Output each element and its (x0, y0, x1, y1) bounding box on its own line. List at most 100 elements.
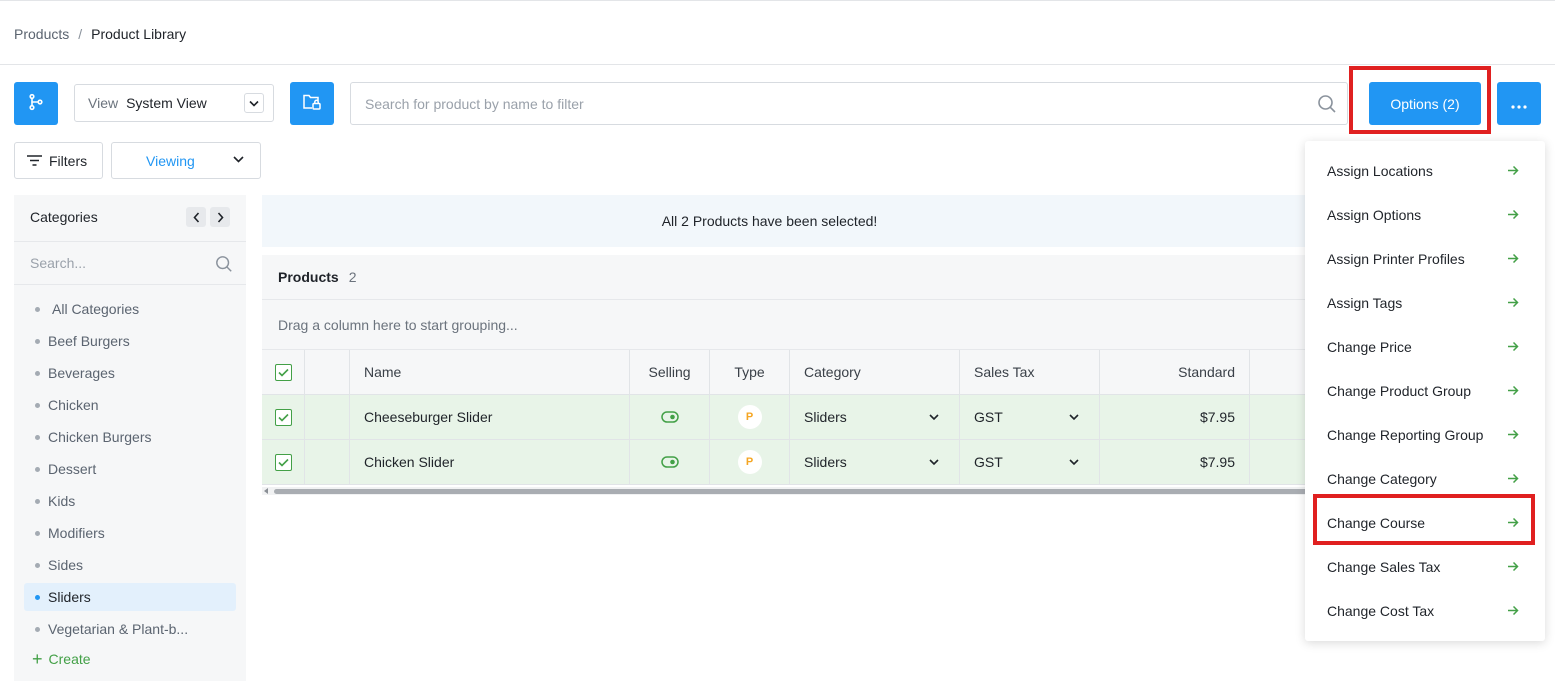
category-search-input[interactable] (14, 242, 246, 284)
sales-tax-cell[interactable]: GST (960, 395, 1100, 439)
column-header-selling[interactable]: Selling (630, 350, 710, 394)
category-label: Beef Burgers (48, 333, 130, 349)
row-checkbox[interactable] (274, 453, 292, 471)
create-category-button[interactable]: + Create (32, 649, 91, 669)
plus-icon: + (32, 649, 43, 669)
category-cell[interactable]: Sliders (790, 440, 960, 484)
category-label: Modifiers (48, 525, 105, 541)
scrollbar-thumb[interactable] (274, 489, 1307, 494)
table-row[interactable]: Cheeseburger Slider P Sliders GST $7.95 (262, 395, 1307, 440)
bullet-dot (35, 435, 40, 440)
breadcrumb: Products / Product Library (14, 24, 186, 44)
row-overflow-cell (1250, 395, 1307, 439)
breadcrumb-products-link[interactable]: Products (14, 26, 69, 42)
table-row[interactable]: Chicken Slider P Sliders GST $7.95 (262, 440, 1307, 485)
sales-tax-cell[interactable]: GST (960, 440, 1100, 484)
chevron-down-icon (244, 93, 264, 113)
ellipsis-icon (1511, 96, 1527, 112)
header-divider (0, 64, 1555, 65)
bullet-dot (35, 307, 40, 312)
selection-banner: All 2 Products have been selected! (262, 195, 1307, 247)
arrow-right-icon (1508, 341, 1519, 352)
arrow-right-icon (1508, 165, 1519, 176)
row-select-cell (262, 395, 305, 439)
horizontal-scrollbar[interactable] (262, 487, 1307, 495)
row-overflow-cell (1250, 440, 1307, 484)
column-header-name[interactable]: Name (350, 350, 630, 394)
row-spacer-cell (305, 440, 350, 484)
menu-item-label: Change Product Group (1327, 383, 1471, 399)
bullet-dot (35, 563, 40, 568)
category-item-vegetarian[interactable]: Vegetarian & Plant-b... (24, 615, 236, 643)
category-cell[interactable]: Sliders (790, 395, 960, 439)
category-label: Chicken Burgers (48, 429, 152, 445)
category-item-chicken[interactable]: Chicken (24, 391, 236, 419)
arrow-right-icon (1508, 429, 1519, 440)
menu-item-assign-options[interactable]: Assign Options (1305, 193, 1545, 237)
menu-item-change-reporting-group[interactable]: Change Reporting Group (1305, 413, 1545, 457)
menu-item-change-price[interactable]: Change Price (1305, 325, 1545, 369)
branch-button[interactable] (14, 82, 58, 125)
sales-tax-value: GST (974, 454, 1003, 470)
product-search-input[interactable] (351, 83, 1347, 124)
scroll-left-arrow[interactable] (264, 488, 268, 494)
row-spacer-cell (305, 395, 350, 439)
menu-item-change-sales-tax[interactable]: Change Sales Tax (1305, 545, 1545, 589)
menu-item-label: Change Price (1327, 339, 1412, 355)
product-type-badge: P (737, 405, 762, 429)
category-item-beverages[interactable]: Beverages (24, 359, 236, 387)
arrow-right-icon (1508, 297, 1519, 308)
sales-tax-value: GST (974, 409, 1003, 425)
more-button[interactable] (1497, 82, 1541, 125)
category-item-modifiers[interactable]: Modifiers (24, 519, 236, 547)
menu-item-label: Change Reporting Group (1327, 427, 1484, 443)
menu-item-change-cost-tax[interactable]: Change Cost Tax (1305, 589, 1545, 633)
menu-item-label: Assign Locations (1327, 163, 1433, 179)
menu-item-assign-locations[interactable]: Assign Locations (1305, 149, 1545, 193)
category-label: Kids (48, 493, 76, 509)
category-item-dessert[interactable]: Dessert (24, 455, 236, 483)
category-item-all-categories[interactable]: All Categories (24, 295, 236, 323)
menu-item-label: Change Category (1327, 471, 1437, 487)
category-item-chicken-burgers[interactable]: Chicken Burgers (24, 423, 236, 451)
search-icon (215, 255, 233, 276)
folder-lock-button[interactable] (290, 82, 334, 125)
column-header-standard[interactable]: Standard (1100, 350, 1250, 394)
arrow-right-icon (1508, 561, 1519, 572)
menu-item-change-product-group[interactable]: Change Product Group (1305, 369, 1545, 413)
products-grid: Products 2 Drag a column here to start g… (262, 255, 1307, 495)
standard-price-cell: $7.95 (1100, 440, 1250, 484)
category-label: Sliders (48, 589, 91, 605)
menu-item-assign-tags[interactable]: Assign Tags (1305, 281, 1545, 325)
toggle-icon[interactable] (660, 456, 679, 468)
view-select-value: System View (126, 95, 207, 111)
column-header-type[interactable]: Type (710, 350, 790, 394)
row-select-cell (262, 440, 305, 484)
bullet-dot (35, 467, 40, 472)
menu-item-assign-printer-profiles[interactable]: Assign Printer Profiles (1305, 237, 1545, 281)
categories-prev-button[interactable] (186, 207, 206, 227)
column-header-sales-tax[interactable]: Sales Tax (960, 350, 1100, 394)
checkbox-icon (277, 458, 289, 467)
toggle-icon[interactable] (660, 411, 679, 423)
bullet-dot (35, 595, 40, 600)
group-drop-zone[interactable]: Drag a column here to start grouping... (262, 300, 1307, 350)
grid-title-bar: Products 2 (262, 255, 1307, 300)
bullet-dot (35, 499, 40, 504)
viewing-dropdown[interactable]: Viewing (111, 142, 261, 179)
category-item-sliders[interactable]: Sliders (24, 583, 236, 611)
select-all-checkbox[interactable] (274, 363, 292, 381)
row-checkbox[interactable] (274, 408, 292, 426)
category-item-kids[interactable]: Kids (24, 487, 236, 515)
filters-button[interactable]: Filters (14, 142, 103, 179)
arrow-right-icon (1508, 253, 1519, 264)
bullet-dot (35, 627, 40, 632)
categories-next-button[interactable] (210, 207, 230, 227)
category-item-beef-burgers[interactable]: Beef Burgers (24, 327, 236, 355)
column-header-category[interactable]: Category (790, 350, 960, 394)
search-icon (1317, 94, 1337, 117)
category-item-sides[interactable]: Sides (24, 551, 236, 579)
chevron-down-icon (929, 459, 939, 466)
chevron-down-icon (1069, 414, 1079, 421)
view-select[interactable]: View System View (74, 84, 274, 122)
